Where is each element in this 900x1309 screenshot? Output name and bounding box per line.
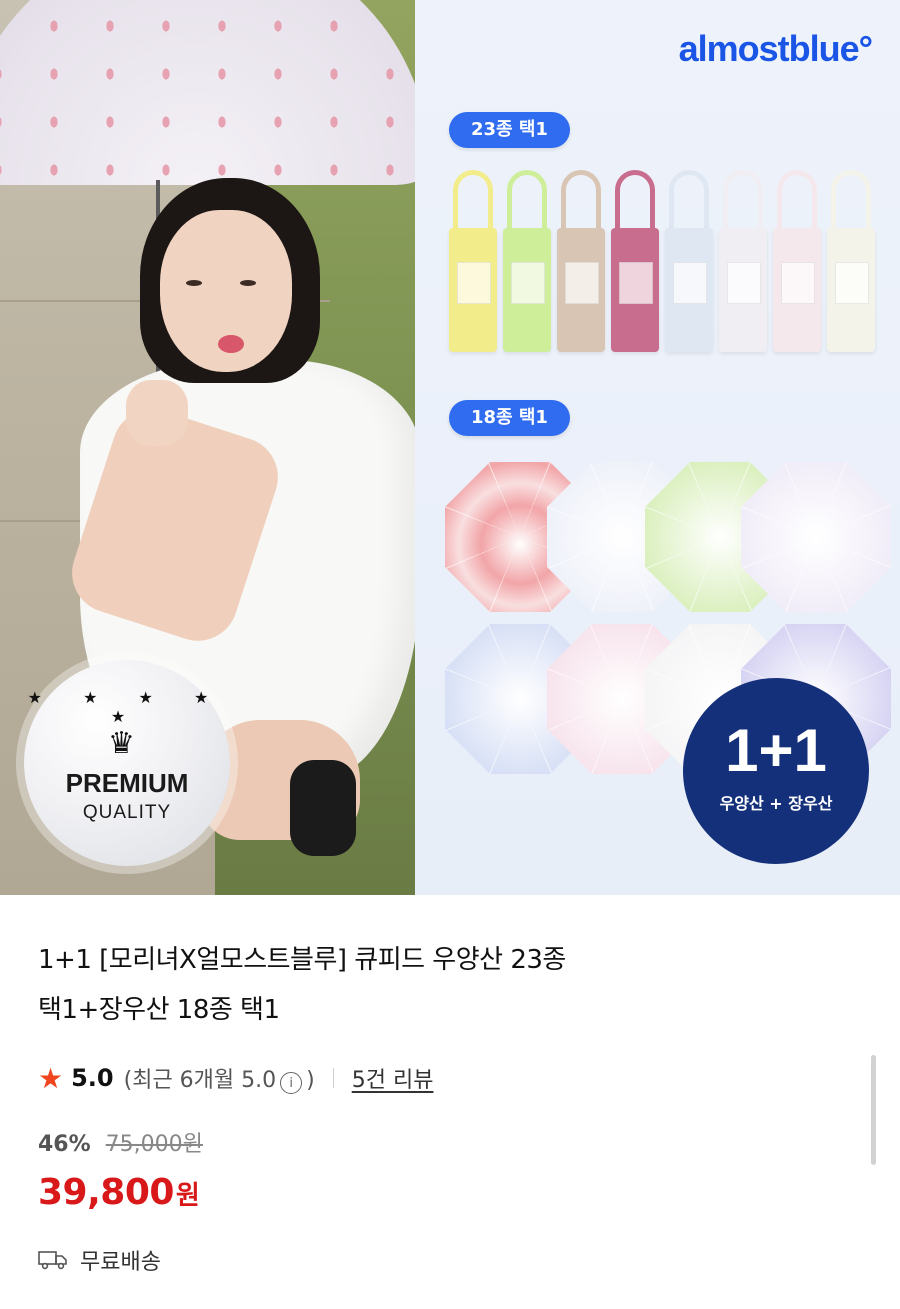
mini-umbrella — [557, 170, 605, 352]
group1-pill: 23종 택1 — [449, 112, 570, 148]
shipping-info: 무료배송 — [38, 1240, 161, 1280]
brand-logo: almostblue° — [678, 28, 873, 69]
divider — [332, 1068, 334, 1088]
mini-umbrella — [665, 170, 713, 352]
badge-title: PREMIUM — [65, 768, 189, 798]
stars-icon: ★ ★ ★ ★ ★ — [27, 688, 227, 726]
shoe — [290, 760, 356, 856]
product-catalog-panel: almostblue° 23종 택1 18종 택1 1+1 우양산 + 장우산 — [415, 0, 900, 895]
premium-quality-badge: ★ ★ ★ ★ ★ ♛ PREMIUM QUALITY — [16, 652, 238, 874]
currency-unit: 원 — [175, 1181, 200, 1211]
shipping-label: 무료배송 — [80, 1250, 161, 1275]
product-title: 1+1 [모리녀X얼모스트블루] 큐피드 우양산 23종 택1+장우산 18종 … — [38, 935, 838, 1035]
price-discount-row: 46% 75,000원 — [38, 1126, 203, 1158]
recent-rating-text: (최근 6개월 5.0 — [123, 1067, 277, 1093]
recent-rating-close: ) — [306, 1067, 315, 1093]
eye — [186, 280, 202, 286]
mini-umbrella — [719, 170, 767, 352]
mini-umbrella — [611, 170, 659, 352]
promo-big: 1+1 — [725, 717, 827, 784]
promo-small: 우양산 + 장우산 — [719, 794, 833, 813]
one-plus-one-badge: 1+1 우양산 + 장우산 — [683, 678, 869, 864]
product-image-banner[interactable]: ★ ★ ★ ★ ★ ♛ PREMIUM QUALITY almostblue° … — [0, 0, 900, 895]
group2-pill: 18종 택1 — [449, 400, 570, 436]
recent-rating: (최근 6개월 5.0 i) — [124, 1062, 315, 1095]
eye — [240, 280, 256, 286]
truck-icon — [38, 1251, 67, 1270]
rating-row: ★ 5.0 (최근 6개월 5.0 i) 5건 리뷰 — [38, 1060, 433, 1096]
sale-price: 39,800원 — [38, 1172, 200, 1213]
mini-umbrella — [449, 170, 497, 352]
rating-score: 5.0 — [71, 1064, 114, 1092]
product-title-line2: 택1+장우산 18종 택1 — [38, 995, 280, 1025]
badge-subtitle: QUALITY — [82, 802, 172, 823]
sale-price-number: 39,800 — [38, 1172, 174, 1213]
lips — [218, 335, 244, 353]
mini-umbrella — [827, 170, 875, 352]
long-umbrella — [741, 462, 891, 612]
discount-percent: 46% — [38, 1132, 91, 1157]
product-title-line1: 1+1 [모리녀X얼모스트블루] 큐피드 우양산 23종 — [38, 945, 566, 975]
info-icon[interactable]: i — [280, 1072, 303, 1095]
umbrella-canopy — [0, 0, 415, 185]
mini-umbrella — [503, 170, 551, 352]
hand — [126, 380, 188, 446]
review-count-link[interactable]: 5건 리뷰 — [352, 1062, 434, 1094]
mini-umbrella-row — [449, 170, 889, 356]
original-price: 75,000원 — [105, 1132, 203, 1157]
star-icon: ★ — [38, 1061, 64, 1095]
mini-umbrella — [773, 170, 821, 352]
crown-icon: ♛ — [108, 726, 135, 761]
scrollbar-thumb[interactable] — [871, 1055, 876, 1165]
